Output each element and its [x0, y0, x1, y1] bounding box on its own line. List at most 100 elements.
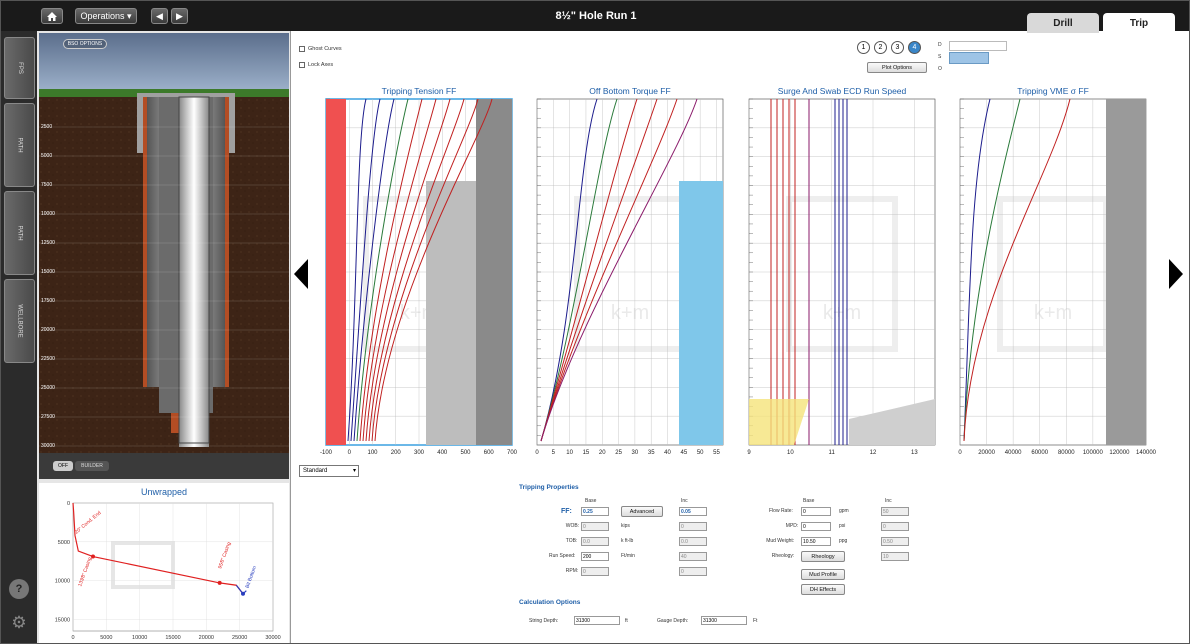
gear-icon[interactable]: ⚙ — [9, 613, 29, 633]
mud-row-inc-input[interactable]: 10 — [881, 552, 909, 561]
unwrapped-x-tick-label: 15000 — [165, 635, 180, 641]
unwrapped-plot: Unwrapped 0 5000 10000 15000 20000 25000 30000… — [39, 483, 289, 643]
help-icon[interactable]: ? — [9, 579, 29, 599]
mud-row-base-input[interactable]: 0 — [801, 507, 831, 516]
unwrapped-x-tick-label: 0 — [71, 635, 74, 641]
plot-x-tick-label: 100 — [367, 450, 378, 456]
mud-row-inc-input[interactable]: 50 — [881, 507, 909, 516]
plot-x-tick-label: 10 — [787, 450, 794, 456]
rheology-button[interactable]: Rheology — [801, 551, 845, 562]
plot-x-tick-label: 35 — [648, 450, 655, 456]
calculation-options-title: Calculation Options — [519, 599, 581, 606]
plot-x-tick-label: 12 — [870, 450, 877, 456]
mud-profile-button[interactable]: Mud Profile — [801, 569, 845, 580]
plot-x-tick-label: 100000 — [1083, 450, 1104, 456]
plot-x-tick-label: 11 — [829, 450, 836, 456]
ff-inc-input[interactable]: 0.05 — [679, 507, 707, 516]
mud-row-label: Flow Rate: — [769, 508, 793, 514]
unwrapped-x-tick-label: 30000 — [265, 635, 280, 641]
plot-x-tick-label: 40 — [664, 450, 671, 456]
plot-x-tick-label: 400 — [437, 450, 448, 456]
plot-x-tick-label: 40000 — [1005, 450, 1022, 456]
unwrapped-x-tick-label: 20000 — [199, 635, 214, 641]
advanced-button[interactable]: Advanced — [621, 506, 663, 517]
plot-x-tick-label: 30 — [632, 450, 639, 456]
unwrapped-y-tick-label: 15000 — [55, 617, 70, 623]
plot-area: Tripping Tension FFk+m-100 0 100 200 300 400 5… — [320, 86, 1157, 456]
plot-x-tick-label: 200 — [391, 450, 402, 456]
base-column-header: Base — [585, 498, 597, 504]
chevron-down-icon: ▾ — [352, 468, 356, 474]
trip-row-base-input[interactable]: 200 — [581, 552, 609, 561]
mud-row-base-input[interactable]: 10.50 — [801, 537, 831, 546]
mud-row-base-input[interactable]: 0 — [801, 522, 831, 531]
app-window: Operations ▾ ◀ ▶ 8½" Hole Run 1 Drill Tr… — [0, 0, 1190, 644]
trip-row-inc-input[interactable]: 0.0 — [679, 537, 707, 546]
plot-x-tick-label: 55 — [713, 450, 720, 456]
mud-row-label: Rheology: — [771, 553, 795, 559]
vme-gray-band — [1106, 99, 1146, 445]
plot-x-tick-label: 0 — [535, 450, 539, 456]
casing-marker — [217, 580, 222, 585]
plot-x-tick-label: 20000 — [978, 450, 995, 456]
unwrapped-title: Unwrapped — [140, 487, 188, 497]
trip-row-label: WOB: — [565, 523, 580, 529]
mud-row-unit: gpm — [839, 508, 849, 514]
gauge-depth-label: Gauge Depth: — [657, 618, 689, 624]
mud-row-inc-input[interactable]: 0.50 — [881, 537, 909, 546]
mud-row-label: Mud Weight: — [766, 538, 795, 544]
trip-row-unit: Ft/min — [621, 553, 635, 559]
dh-effects-button[interactable]: DH Effects — [801, 584, 845, 595]
plot-watermark-text: k+m — [611, 302, 649, 324]
trip-row-unit: k ft-lb — [621, 538, 634, 544]
plot-x-tick-label: 50 — [697, 450, 704, 456]
plot-x-tick-label: 20 — [599, 450, 606, 456]
plot-x-tick-label: 120000 — [1109, 450, 1130, 456]
unwrapped-x-tick-label: 25000 — [232, 635, 247, 641]
plot-x-tick-label: 0 — [958, 450, 962, 456]
trip-row-inc-input[interactable]: 40 — [679, 552, 707, 561]
string-depth-input[interactable]: 31300 — [574, 616, 620, 625]
plot-x-tick-label: 9 — [747, 450, 751, 456]
trip-row-inc-input[interactable]: 0 — [679, 522, 707, 531]
unwrapped-y-tick-label: 10000 — [55, 579, 70, 585]
trip-row-label: RPM: — [565, 568, 579, 574]
unwrapped-chart: 0 5000 10000 15000 20000 25000 30000 0 5000 10000… — [55, 501, 281, 641]
plot-title: Surge And Swab ECD Run Speed — [778, 86, 907, 96]
plot-x-tick-label: 10 — [566, 450, 573, 456]
gauge-depth-input[interactable]: 31300 — [701, 616, 747, 625]
trip-row-base-input[interactable]: 0 — [581, 567, 609, 576]
plot-watermark-text: k+m — [823, 302, 861, 324]
mud-row-unit: psi — [839, 523, 846, 529]
tension-dark-band — [476, 99, 512, 445]
mud-row-inc-input[interactable]: 0 — [881, 522, 909, 531]
trip-row-base-input[interactable]: 0 — [581, 522, 609, 531]
mud-row-label: MPD: — [785, 523, 799, 529]
plot-title: Off Bottom Torque FF — [589, 86, 670, 96]
base-column-header-right: Base — [803, 498, 815, 504]
plot-title: Tripping Tension FF — [382, 86, 457, 96]
plot-set-dropdown[interactable]: Standard ▾ — [299, 465, 359, 477]
casing-marker — [91, 554, 95, 559]
inc-column-header: Inc — [681, 498, 688, 504]
plot-x-tick-label: 700 — [507, 450, 518, 456]
torque-band — [679, 181, 723, 445]
mud-row-unit: ppg — [839, 538, 848, 544]
plot-x-tick-label: 0 — [348, 450, 352, 456]
plot-x-tick-label: 15 — [583, 450, 590, 456]
plot-x-tick-label: 25 — [615, 450, 622, 456]
tripping-properties-title: Tripping Properties — [519, 484, 579, 491]
ff-base-input[interactable]: 0.25 — [581, 507, 609, 516]
plot-x-tick-label: 5 — [552, 450, 556, 456]
trip-row-base-input[interactable]: 0.0 — [581, 537, 609, 546]
plot-x-tick-label: 500 — [460, 450, 471, 456]
gauge-depth-unit: Ft — [753, 618, 758, 624]
plot-x-tick-label: 60000 — [1031, 450, 1048, 456]
plot-x-tick-label: 300 — [414, 450, 425, 456]
plot-x-tick-label: 80000 — [1058, 450, 1075, 456]
unwrapped-x-tick-label: 5000 — [100, 635, 112, 641]
unwrapped-y-tick-label: 0 — [67, 501, 70, 507]
trip-row-inc-input[interactable]: 0 — [679, 567, 707, 576]
string-depth-label: String Depth: — [529, 618, 559, 624]
tension-red-band — [326, 99, 346, 445]
